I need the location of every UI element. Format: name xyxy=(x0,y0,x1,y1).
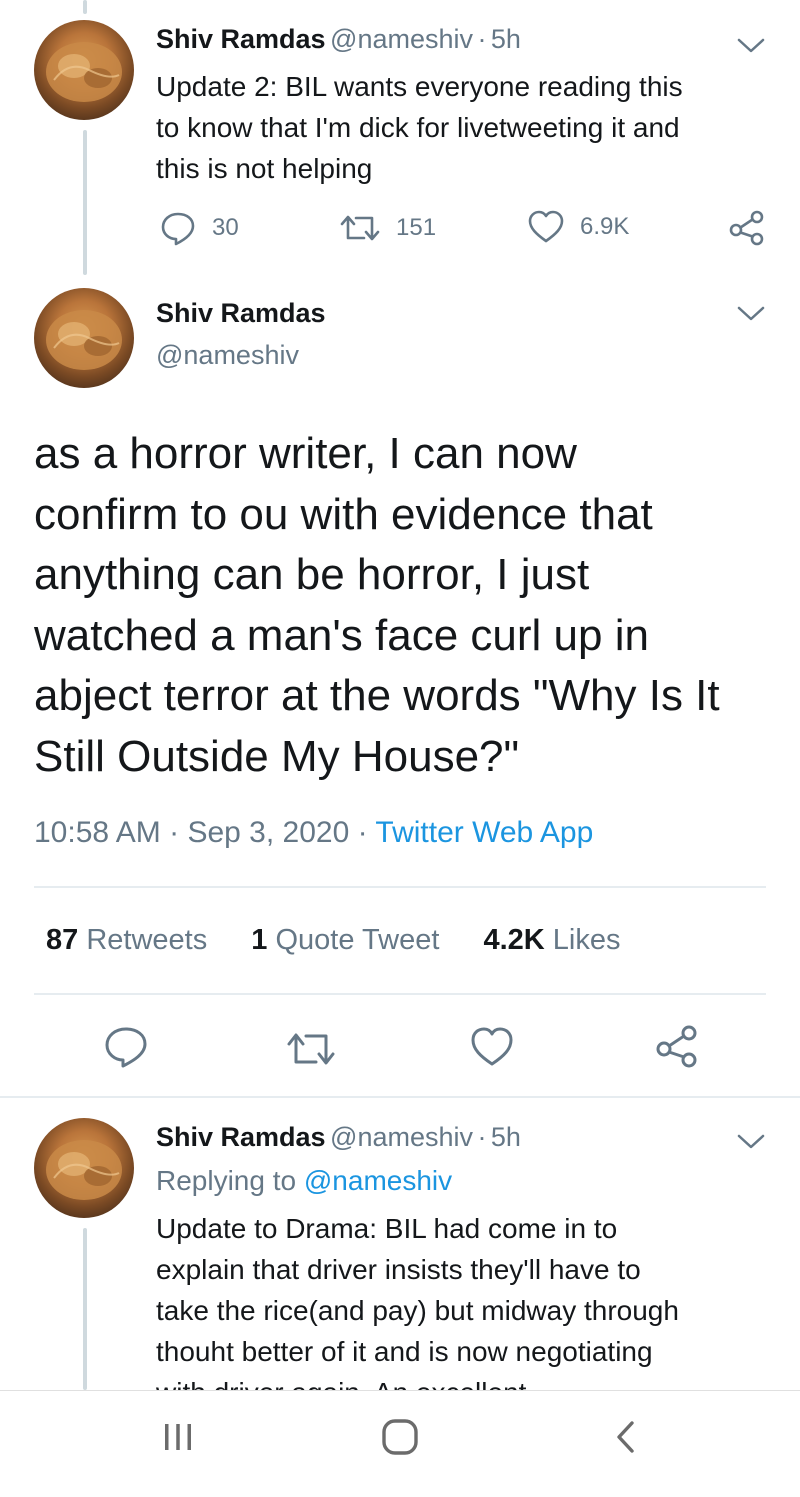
reply-button[interactable]: 30 xyxy=(160,210,239,246)
share-button[interactable] xyxy=(728,208,766,246)
reply-count: 30 xyxy=(212,214,239,241)
quotes-stat[interactable]: 1 Quote Tweet xyxy=(251,924,439,956)
separator-dot: · xyxy=(477,1122,487,1152)
divider xyxy=(34,993,766,995)
retweets-stat[interactable]: 87 Retweets xyxy=(46,924,207,956)
home-icon[interactable] xyxy=(380,1417,420,1457)
tweet-line: take the rice(and pay) but midway throug… xyxy=(156,1295,679,1326)
retweets-label: Retweets xyxy=(86,924,208,956)
avatar[interactable] xyxy=(34,20,134,120)
thread-line-top xyxy=(83,0,87,14)
divider xyxy=(0,1096,800,1098)
likes-stat[interactable]: 4.2K Likes xyxy=(483,924,620,956)
retweet-count: 151 xyxy=(396,214,437,241)
retweet-icon xyxy=(340,215,380,241)
replying-to: Replying to @nameshiv xyxy=(156,1165,452,1197)
tweet-line: anything can be horror, I just xyxy=(34,550,590,599)
tweet-date[interactable]: Sep 3, 2020 xyxy=(187,816,349,849)
author-name[interactable]: Shiv Ramdas xyxy=(156,1122,326,1152)
recent-apps-icon[interactable] xyxy=(160,1419,196,1455)
quotes-label: Quote Tweet xyxy=(275,924,440,956)
thread-line-1 xyxy=(83,130,87,275)
chevron-down-icon[interactable] xyxy=(736,30,766,60)
tweet-body: Update to Drama: BIL had come in to expl… xyxy=(156,1208,776,1413)
tweet-meta: 10:58 AM · Sep 3, 2020 · Twitter Web App xyxy=(34,816,593,850)
share-icon[interactable] xyxy=(654,1022,700,1068)
like-count: 6.9K xyxy=(580,213,630,240)
chevron-down-icon[interactable] xyxy=(736,1126,766,1156)
separator-dot: · xyxy=(357,816,368,849)
mention-link[interactable]: @nameshiv xyxy=(304,1165,452,1196)
tweet-header: Shiv Ramdas @nameshiv · 5h xyxy=(156,1122,521,1153)
tweet-line: thouht better of it and is now negotiati… xyxy=(156,1336,653,1367)
tweet-line: Update 2: BIL wants everyone reading thi… xyxy=(156,71,683,102)
separator-dot: · xyxy=(477,24,487,54)
divider xyxy=(34,886,766,888)
reply-icon[interactable] xyxy=(104,1026,148,1068)
retweet-icon[interactable] xyxy=(286,1030,336,1068)
likes-label: Likes xyxy=(552,924,621,956)
engagement-stats: 87 Retweets 1 Quote Tweet 4.2K Likes xyxy=(46,924,656,957)
tweet-line: Update to Drama: BIL had come in to xyxy=(156,1213,618,1244)
tweet-line: explain that driver insists they'll have… xyxy=(156,1254,641,1285)
tweet-line: Still Outside My House?" xyxy=(34,731,520,781)
tweet-body: as a horror writer, I can now confirm to… xyxy=(34,424,774,787)
share-icon xyxy=(729,210,764,246)
chevron-down-icon[interactable] xyxy=(736,298,766,328)
tweet-line: watched a man's face curl up in xyxy=(34,610,649,660)
tweet-line: this is not helping xyxy=(156,153,373,184)
avatar[interactable] xyxy=(34,1118,134,1218)
tweet-line: confirm to ou with evidence that xyxy=(34,489,653,539)
like-button[interactable]: 6.9K xyxy=(528,210,629,244)
separator-dot: · xyxy=(169,816,180,849)
replying-label: Replying to xyxy=(156,1165,297,1196)
tweet-time[interactable]: 5h xyxy=(491,24,521,54)
author-handle[interactable]: @nameshiv xyxy=(156,340,299,371)
author-name[interactable]: Shiv Ramdas xyxy=(156,298,326,329)
like-icon[interactable] xyxy=(470,1026,514,1068)
system-navigation-bar xyxy=(0,1390,800,1497)
tweet-time[interactable]: 10:58 AM xyxy=(34,816,161,849)
like-icon xyxy=(528,210,564,243)
author-handle[interactable]: @nameshiv xyxy=(330,24,473,54)
tweet-source-link[interactable]: Twitter Web App xyxy=(375,816,593,849)
reply-icon xyxy=(161,212,195,246)
likes-count: 4.2K xyxy=(483,924,545,956)
tweet-line: as a horror writer, I can now xyxy=(34,429,577,478)
author-name[interactable]: Shiv Ramdas xyxy=(156,24,326,54)
back-icon[interactable] xyxy=(610,1419,644,1455)
thread-line-3 xyxy=(83,1228,87,1390)
tweet-body: Update 2: BIL wants everyone reading thi… xyxy=(156,66,776,189)
retweets-count: 87 xyxy=(46,924,79,956)
author-handle[interactable]: @nameshiv xyxy=(330,1122,473,1152)
avatar[interactable] xyxy=(34,288,134,388)
tweet-header: Shiv Ramdas @nameshiv · 5h xyxy=(156,24,521,55)
quotes-count: 1 xyxy=(251,924,268,956)
tweet-time[interactable]: 5h xyxy=(491,1122,521,1152)
tweet-line: to know that I'm dick for livetweeting i… xyxy=(156,112,680,143)
retweet-button[interactable]: 151 xyxy=(340,212,436,244)
tweet-line: abject terror at the words "Why Is It xyxy=(34,671,720,720)
